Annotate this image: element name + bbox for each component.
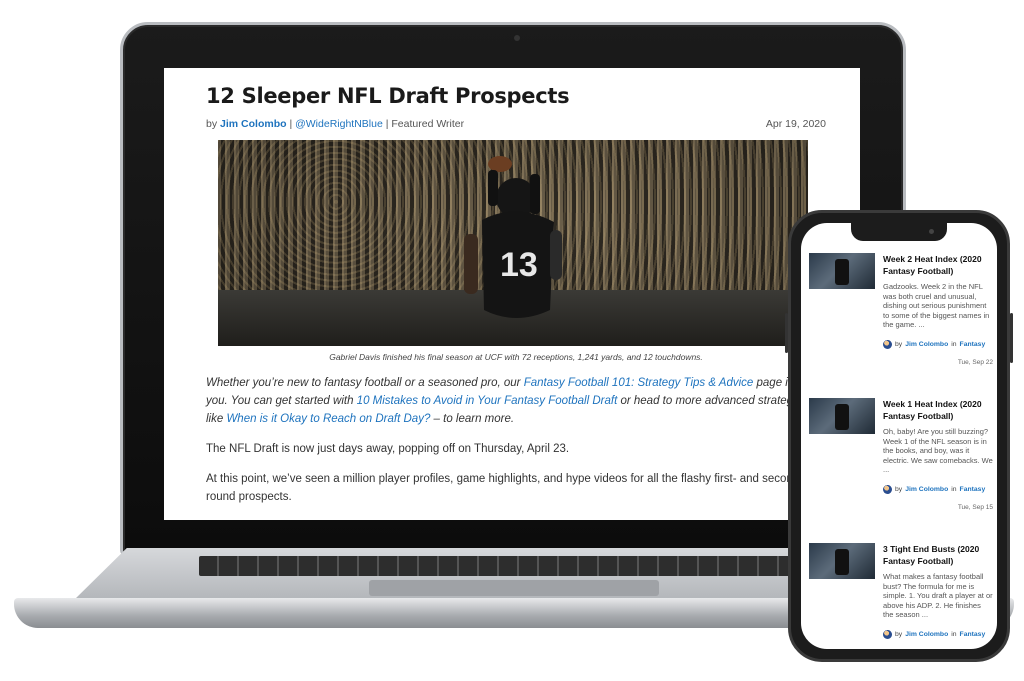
post-body: 3 Tight End Busts (2020 Fantasy Football… xyxy=(883,543,993,639)
twitter-handle-link[interactable]: @WideRightNBlue xyxy=(295,118,383,130)
keyboard xyxy=(199,556,829,576)
intro-text: – to learn more. xyxy=(430,413,515,425)
phone-notch xyxy=(851,223,947,241)
meta-in: in xyxy=(951,340,957,348)
byline: by Jim Colombo | @WideRightNBlue | Featu… xyxy=(206,118,826,130)
draft-mistakes-link[interactable]: 10 Mistakes to Avoid in Your Fantasy Foo… xyxy=(357,395,618,407)
author-link[interactable]: Jim Colombo xyxy=(220,118,287,130)
post-body: Week 2 Heat Index (2020 Fantasy Football… xyxy=(883,253,993,366)
post-thumbnail[interactable] xyxy=(809,253,875,289)
phone-side-button xyxy=(1010,313,1013,363)
paragraph: The NFL Draft is now just days away, pop… xyxy=(206,443,570,455)
post-excerpt: What makes a fantasy football bust? The … xyxy=(883,572,993,620)
post-category-link[interactable]: Fantasy xyxy=(960,486,986,493)
post-title[interactable]: 3 Tight End Busts (2020 Fantasy Football… xyxy=(883,543,993,567)
byline-separator: | xyxy=(289,118,293,130)
intro-paragraph: Whether you’re new to fantasy football o… xyxy=(206,374,826,428)
author-avatar xyxy=(883,339,892,349)
meta-in: in xyxy=(951,485,957,493)
post-author-link[interactable]: Jim Colombo xyxy=(905,631,948,638)
post-date: Tue, Sep 22 xyxy=(957,358,993,366)
post-date: Tue, Sep 15 xyxy=(957,503,993,511)
trackpad xyxy=(369,580,659,596)
post-feed: Week 2 Heat Index (2020 Fantasy Football… xyxy=(809,253,993,649)
post-meta: by Jim Colombo in Fantasy xyxy=(883,629,993,639)
post-card[interactable]: 3 Tight End Busts (2020 Fantasy Football… xyxy=(809,543,993,649)
paragraph-text: At this point, we’ve seen a million play… xyxy=(206,473,800,485)
laptop-camera xyxy=(514,35,520,41)
intro-text: Whether you’re new to fantasy football o… xyxy=(206,377,524,389)
reach-draft-day-link[interactable]: When is it Okay to Reach on Draft Day? xyxy=(226,413,430,425)
phone-camera xyxy=(929,229,934,234)
phone-side-button xyxy=(785,313,788,353)
paragraph-text: round prospects. xyxy=(206,491,292,503)
post-title[interactable]: Week 1 Heat Index (2020 Fantasy Football… xyxy=(883,398,993,422)
article-date: Apr 19, 2020 xyxy=(765,118,826,130)
author-avatar xyxy=(883,484,892,494)
intro-text: you. You can get started with xyxy=(206,395,357,407)
author-role: Featured Writer xyxy=(391,118,465,130)
author-avatar xyxy=(883,629,892,639)
post-thumbnail[interactable] xyxy=(809,543,875,579)
post-excerpt: Oh, baby! Are you still buzzing? Week 1 … xyxy=(883,427,993,475)
article: 12 Sleeper NFL Draft Prospects by Jim Co… xyxy=(206,68,826,506)
meta-in: in xyxy=(951,630,957,638)
byline-separator: | xyxy=(385,118,389,130)
jersey-number: 13 xyxy=(500,246,538,284)
post-thumbnail[interactable] xyxy=(809,398,875,434)
football-player-image: 13 xyxy=(464,156,562,318)
post-excerpt: Gadzooks. Week 2 in the NFL was both cru… xyxy=(883,282,990,330)
phone-screen: Week 2 Heat Index (2020 Fantasy Football… xyxy=(801,223,997,649)
post-card[interactable]: Week 2 Heat Index (2020 Fantasy Football… xyxy=(809,253,993,398)
paragraph: At this point, we’ve seen a million play… xyxy=(206,470,826,506)
post-category-link[interactable]: Fantasy xyxy=(960,631,986,638)
strategy-tips-link[interactable]: Fantasy Football 101: Strategy Tips & Ad… xyxy=(524,377,754,389)
meta-by: by xyxy=(895,630,903,638)
post-meta: by Jim Colombo in Fantasy xyxy=(883,339,993,349)
intro-text: like xyxy=(206,413,227,425)
post-title[interactable]: Week 2 Heat Index (2020 Fantasy Football… xyxy=(883,253,993,277)
byline-prefix: by xyxy=(206,118,218,130)
image-caption: Gabriel Davis finished his final season … xyxy=(329,352,703,362)
meta-by: by xyxy=(895,485,903,493)
post-meta: by Jim Colombo in Fantasy xyxy=(883,484,993,494)
meta-by: by xyxy=(895,340,903,348)
post-body: Week 1 Heat Index (2020 Fantasy Football… xyxy=(883,398,993,511)
post-author-link[interactable]: Jim Colombo xyxy=(905,486,948,493)
intro-text: or head to more advanced strategy xyxy=(617,395,799,407)
article-title: 12 Sleeper NFL Draft Prospects xyxy=(206,84,570,108)
post-category-link[interactable]: Fantasy xyxy=(960,341,986,348)
laptop-screen: 12 Sleeper NFL Draft Prospects by Jim Co… xyxy=(164,68,860,520)
post-author-link[interactable]: Jim Colombo xyxy=(905,341,948,348)
post-card[interactable]: Week 1 Heat Index (2020 Fantasy Football… xyxy=(809,398,993,543)
hero-image: 13 xyxy=(218,140,808,346)
smartphone: Week 2 Heat Index (2020 Fantasy Football… xyxy=(785,210,1013,662)
